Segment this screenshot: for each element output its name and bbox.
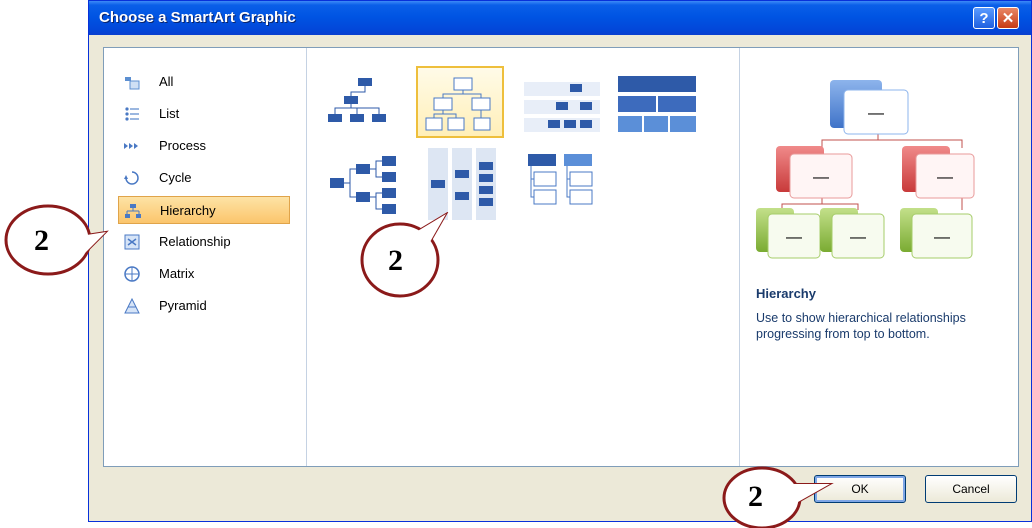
cycle-icon — [124, 171, 139, 185]
callout-layout — [360, 212, 449, 298]
layout-org-chart[interactable] — [320, 68, 408, 140]
layout-table-hierarchy[interactable] — [614, 68, 702, 140]
category-label: List — [159, 106, 180, 121]
relationship-icon — [124, 234, 140, 250]
category-cycle[interactable]: Cycle — [118, 164, 290, 192]
category-label: Process — [159, 138, 206, 153]
layout-labeled-hierarchy[interactable] — [518, 68, 606, 140]
category-label: Hierarchy — [160, 203, 216, 218]
category-list: All List Process Cycle Hierarchy Relatio… — [104, 48, 307, 466]
preview-box-text: — — [850, 229, 866, 246]
preview-description: Use to show hierarchical relationships p… — [756, 311, 966, 341]
preview-box-text: — — [813, 169, 829, 186]
content-area: All List Process Cycle Hierarchy Relatio… — [103, 47, 1019, 467]
layout-hierarchy-selected[interactable] — [416, 66, 504, 138]
dialog-title: Choose a SmartArt Graphic — [99, 9, 296, 26]
callout-ok — [722, 466, 834, 528]
help-button[interactable]: ? — [973, 7, 995, 29]
layout-hierarchy-list[interactable] — [518, 148, 606, 220]
all-icon — [125, 77, 140, 90]
process-icon — [124, 143, 138, 149]
cancel-button[interactable]: Cancel — [925, 475, 1017, 503]
smartart-dialog: Choose a SmartArt Graphic ? ✕ All List P… — [88, 0, 1032, 522]
category-label: All — [159, 74, 174, 89]
preview-box-text: — — [934, 229, 950, 246]
preview-title: Hierarchy — [756, 286, 816, 301]
preview-pane: — — — — — — Hierarchy Use to show hierar… — [740, 48, 1018, 466]
close-button[interactable]: ✕ — [997, 7, 1019, 29]
category-matrix[interactable]: Matrix — [118, 260, 290, 288]
hierarchy-icon — [125, 204, 141, 218]
pyramid-icon — [124, 298, 140, 314]
category-process[interactable]: Process — [118, 132, 290, 160]
hierarchy-preview-graphic: — — — — — — — [756, 80, 975, 259]
preview-box-text: — — [868, 105, 884, 122]
category-pyramid[interactable]: Pyramid — [118, 292, 290, 320]
layout-horizontal-labeled-hierarchy[interactable] — [422, 148, 510, 220]
callout-category-number: 2 — [34, 224, 49, 257]
category-label: Cycle — [159, 170, 192, 185]
matrix-icon — [124, 266, 140, 282]
category-hierarchy[interactable]: Hierarchy — [118, 196, 290, 224]
layout-horizontal-hierarchy[interactable] — [320, 148, 408, 220]
category-label: Relationship — [159, 234, 231, 249]
callout-category — [4, 204, 109, 276]
category-list-item[interactable]: List — [118, 100, 290, 128]
category-label: Matrix — [159, 266, 195, 281]
list-icon — [125, 107, 139, 121]
title-bar[interactable]: Choose a SmartArt Graphic ? ✕ — [89, 1, 1031, 35]
category-all[interactable]: All — [118, 68, 290, 96]
preview-box-text: — — [786, 229, 802, 246]
callout-layout-number: 2 — [388, 244, 403, 277]
category-relationship[interactable]: Relationship — [118, 228, 290, 256]
callout-ok-number: 2 — [748, 480, 763, 513]
preview-box-text: — — [937, 169, 953, 186]
category-label: Pyramid — [159, 298, 207, 313]
